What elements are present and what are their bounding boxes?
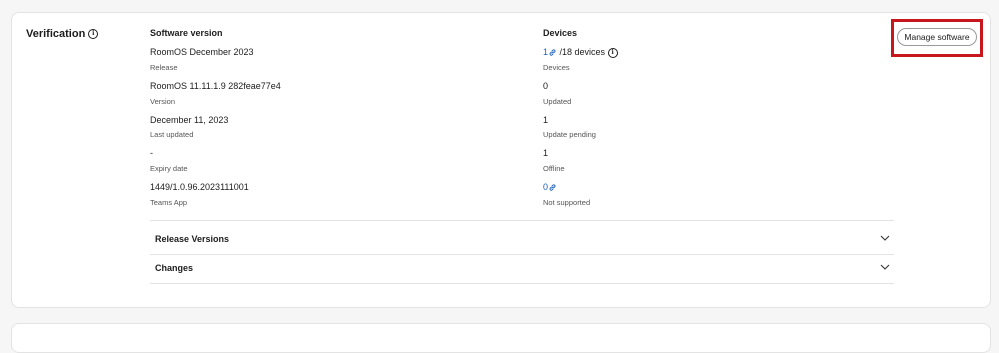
- manage-software-button[interactable]: Manage software: [897, 28, 977, 46]
- accordion-release-versions-label: Release Versions: [155, 234, 230, 244]
- version-value: RoomOS 11.11.1.9 282feae77e4: [150, 81, 281, 91]
- version-label: Version: [150, 97, 176, 106]
- devices-total: 1 /18 devices i: [543, 47, 618, 58]
- expiry-date-label: Expiry date: [150, 164, 188, 173]
- link-chain-icon[interactable]: [548, 183, 557, 192]
- next-card: [11, 323, 991, 353]
- teams-app-label: Teams App: [150, 198, 188, 207]
- accordion-changes-label: Changes: [155, 263, 194, 273]
- expiry-date-value: -: [150, 148, 153, 158]
- devices-heading: Devices: [543, 28, 578, 38]
- divider: [150, 283, 894, 284]
- chevron-down-icon[interactable]: [880, 264, 890, 271]
- devices-total-suffix: /18 devices: [559, 47, 606, 57]
- last-updated-value: December 11, 2023: [150, 115, 229, 125]
- update-pending-value: 1: [543, 115, 549, 125]
- not-supported-label: Not supported: [543, 198, 591, 207]
- section-title: Verification i: [26, 28, 99, 40]
- devices-total-label: Devices: [543, 63, 570, 72]
- divider: [150, 220, 894, 221]
- section-title-text: Verification: [26, 28, 86, 40]
- release-value: RoomOS December 2023: [150, 47, 254, 57]
- teams-app-value: 1449/1.0.96.2023111001: [150, 182, 249, 192]
- accordion-release-versions[interactable]: Release Versions: [150, 226, 894, 254]
- offline-label: Offline: [543, 164, 565, 173]
- highlight-box: Manage software: [891, 19, 983, 57]
- accordion-changes[interactable]: Changes: [150, 255, 894, 283]
- last-updated-label: Last updated: [150, 130, 194, 139]
- chevron-down-icon[interactable]: [880, 235, 890, 242]
- updated-value: 0: [543, 81, 549, 91]
- link-chain-icon[interactable]: [548, 48, 557, 57]
- update-pending-label: Update pending: [543, 130, 596, 139]
- info-icon[interactable]: i: [88, 29, 99, 39]
- release-label: Release: [150, 63, 178, 72]
- not-supported-value: 0: [543, 182, 557, 192]
- devices-info-icon[interactable]: i: [607, 47, 618, 58]
- software-version-heading: Software version: [150, 28, 223, 38]
- offline-value: 1: [543, 148, 549, 158]
- updated-label: Updated: [543, 97, 572, 106]
- verification-card: Verification i Software version RoomOS D…: [11, 12, 991, 308]
